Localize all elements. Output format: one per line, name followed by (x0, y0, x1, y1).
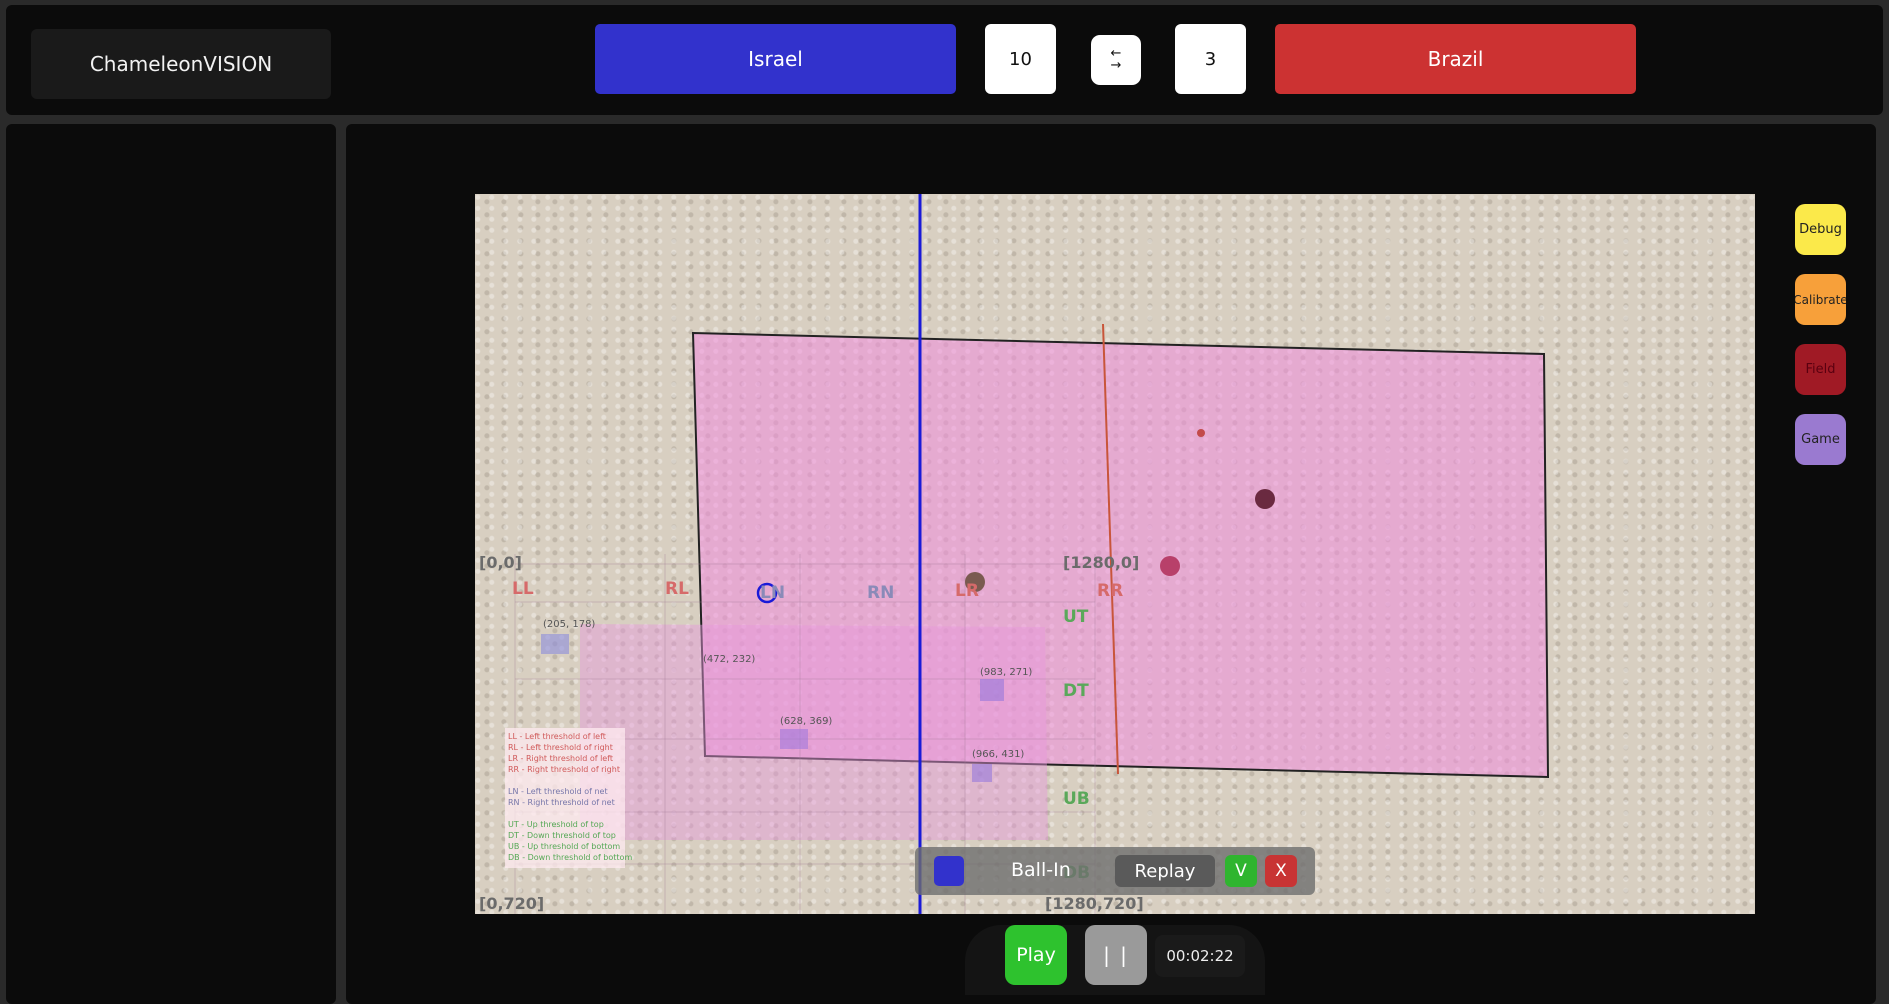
legend-item: DB - Down threshold of bottom (508, 853, 632, 862)
swap-teams-button[interactable]: ← → (1091, 35, 1141, 85)
zone-label: RN (867, 583, 894, 603)
zone-label: UB (1063, 789, 1090, 809)
player-icon (1255, 489, 1275, 509)
ball-icon (1197, 429, 1205, 437)
field-button[interactable]: Field (1795, 344, 1846, 395)
point-label: (472, 232) (703, 654, 755, 665)
zone-label: LR (955, 581, 979, 601)
legend-item: UB - Up threshold of bottom (508, 842, 620, 851)
event-toolbar: Ball-In Replay V X (915, 847, 1315, 895)
legend-item: RN - Right threshold of net (508, 798, 615, 807)
team-color-swatch[interactable] (934, 856, 964, 886)
zone-label: LL (512, 579, 534, 599)
corner-label-bottom-right: [1280,720] (1045, 894, 1144, 913)
player-icon (1160, 556, 1180, 576)
corner-label-bottom-left: [0,720] (479, 894, 544, 913)
game-button[interactable]: Game (1795, 414, 1846, 465)
zone-label: UT (1063, 607, 1089, 627)
detection-box (972, 764, 992, 782)
point-label: (983, 271) (980, 667, 1032, 678)
point-label: (205, 178) (543, 619, 595, 630)
calibrate-button[interactable]: Calibrate (1795, 274, 1846, 325)
legend-item: LL - Left threshold of left (508, 732, 606, 741)
sidebar (6, 124, 336, 1004)
zone-label: RR (1097, 581, 1123, 601)
zone-label: DT (1063, 681, 1089, 701)
zone-label: RL (665, 579, 689, 599)
detection-box (780, 729, 808, 749)
swap-arrows-icon: ← → (1110, 46, 1122, 73)
corner-label-top-right: [1280,0] (1063, 553, 1139, 572)
reject-button[interactable]: X (1265, 855, 1297, 887)
point-label: (966, 431) (972, 749, 1024, 760)
legend-item: LR - Right threshold of left (508, 754, 613, 763)
legend-item: DT - Down threshold of top (508, 831, 616, 840)
legend-item: LN - Left threshold of net (508, 787, 608, 796)
zone-label: LN (760, 583, 785, 603)
legend-item: RR - Right threshold of right (508, 765, 620, 774)
court-projection (580, 624, 1048, 840)
app-logo: ChameleonVISION (31, 29, 331, 99)
court-overlay: [0,0] [1280,0] [0,720] [1280,720] LL RL … (479, 194, 1550, 914)
legend-item: RL - Left threshold of right (508, 743, 613, 752)
team-right-score[interactable]: 3 (1175, 24, 1246, 94)
video-frame[interactable]: [0,0] [1280,0] [0,720] [1280,720] LL RL … (475, 194, 1755, 914)
point-label: (628, 369) (780, 716, 832, 727)
debug-button[interactable]: Debug (1795, 204, 1846, 255)
playback-timer: 00:02:22 (1155, 935, 1245, 977)
pause-button[interactable]: | | (1085, 925, 1147, 985)
team-left-button[interactable]: Israel (595, 24, 956, 94)
detection-box (980, 679, 1004, 701)
legend-item: UT - Up threshold of top (508, 820, 604, 829)
ball-in-label[interactable]: Ball-In (1011, 859, 1071, 881)
corner-label-top-left: [0,0] (479, 553, 522, 572)
team-right-button[interactable]: Brazil (1275, 24, 1636, 94)
replay-button[interactable]: Replay (1115, 855, 1215, 887)
detection-box (541, 634, 569, 654)
play-button[interactable]: Play (1005, 925, 1067, 985)
team-left-score[interactable]: 10 (985, 24, 1056, 94)
confirm-button[interactable]: V (1225, 855, 1257, 887)
